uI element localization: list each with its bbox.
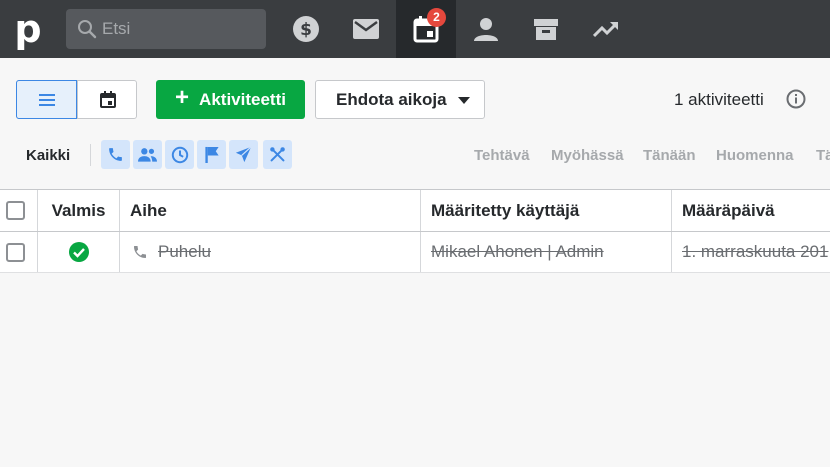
search-input[interactable]: [102, 9, 262, 49]
column-header-done[interactable]: Valmis: [37, 190, 119, 231]
select-all-checkbox[interactable]: [6, 201, 25, 220]
filter-all[interactable]: Kaikki: [26, 147, 70, 164]
filter-meeting[interactable]: [133, 140, 162, 169]
plus-icon: +: [175, 84, 190, 111]
activity-count: 1 aktiviteetti: [674, 90, 764, 109]
person-icon: [474, 18, 498, 41]
filter-call[interactable]: [101, 140, 130, 169]
list-icon: [38, 93, 55, 106]
filter-divider: [90, 144, 91, 166]
filter-due-task[interactable]: Tehtävä: [474, 147, 530, 164]
caret-down-icon: [458, 97, 470, 104]
filter-task[interactable]: [165, 140, 194, 169]
flag-icon: [204, 146, 219, 163]
done-cell: [37, 232, 119, 272]
top-navigation-bar: p $ 2: [0, 0, 830, 58]
filter-today[interactable]: Tänään: [643, 147, 696, 164]
row-select-cell: [6, 232, 36, 272]
nav-deals[interactable]: $: [276, 0, 336, 58]
nav-activities[interactable]: 2: [396, 0, 456, 58]
check-circle-icon[interactable]: [68, 242, 89, 262]
activity-subject-link[interactable]: Puhelu: [158, 242, 211, 262]
utensils-icon: [270, 147, 285, 162]
list-view-button[interactable]: [16, 80, 77, 119]
nav-products[interactable]: [516, 0, 576, 58]
column-header-subject[interactable]: Aihe: [119, 190, 421, 231]
send-icon: [235, 146, 252, 163]
suggest-times-dropdown[interactable]: Ehdota aikoja: [315, 80, 485, 119]
notification-badge: 2: [427, 8, 446, 27]
svg-text:$: $: [300, 20, 312, 40]
trending-up-icon: [593, 22, 618, 38]
pipedrive-logo[interactable]: p: [12, 8, 44, 50]
due-date-cell: 1. marraskuuta 201: [671, 232, 830, 272]
suggest-times-label: Ehdota aikoja: [336, 89, 447, 109]
filter-overdue[interactable]: Myöhässä: [551, 147, 624, 164]
clock-icon: [171, 146, 188, 163]
filter-lunch[interactable]: [263, 140, 292, 169]
filter-this-week[interactable]: Tä: [816, 147, 830, 164]
column-header-assigned-user[interactable]: Määritetty käyttäjä: [420, 190, 672, 231]
dollar-icon: $: [293, 16, 319, 42]
nav-insights[interactable]: [576, 0, 636, 58]
table-row[interactable]: Puhelu Mikael Ahonen | Admin 1. marrasku…: [0, 232, 830, 272]
phone-icon: [134, 246, 146, 258]
phone-icon: [109, 148, 122, 161]
calendar-view-button[interactable]: [77, 81, 137, 118]
filter-deadline[interactable]: [197, 140, 226, 169]
filter-tomorrow[interactable]: Huomenna: [716, 147, 794, 164]
due-date-value: 1. marraskuuta 201: [682, 242, 829, 261]
assigned-user-cell: Mikael Ahonen | Admin: [420, 232, 672, 272]
info-icon[interactable]: [786, 89, 806, 109]
subject-cell: Puhelu: [119, 232, 421, 272]
people-icon: [138, 148, 157, 162]
box-icon: [534, 19, 558, 40]
add-activity-label: Aktiviteetti: [199, 89, 286, 109]
search-icon: [78, 20, 97, 39]
nav-contacts[interactable]: [456, 0, 516, 58]
select-all-cell: [6, 190, 36, 231]
mail-icon: [353, 19, 379, 39]
view-toggle: [16, 80, 137, 119]
nav-mail[interactable]: [336, 0, 396, 58]
filter-email[interactable]: [229, 140, 258, 169]
table-header: Valmis Aihe Määritetty käyttäjä Määräpäi…: [0, 190, 830, 232]
activities-table: Valmis Aihe Määritetty käyttäjä Määräpäi…: [0, 189, 830, 273]
assigned-user-link[interactable]: Mikael Ahonen | Admin: [431, 242, 604, 262]
add-activity-button[interactable]: + Aktiviteetti: [156, 80, 305, 119]
search-box[interactable]: [66, 9, 266, 49]
calendar-icon: [99, 91, 116, 108]
column-header-due-date[interactable]: Määräpäivä: [671, 190, 830, 231]
row-checkbox[interactable]: [6, 242, 25, 262]
